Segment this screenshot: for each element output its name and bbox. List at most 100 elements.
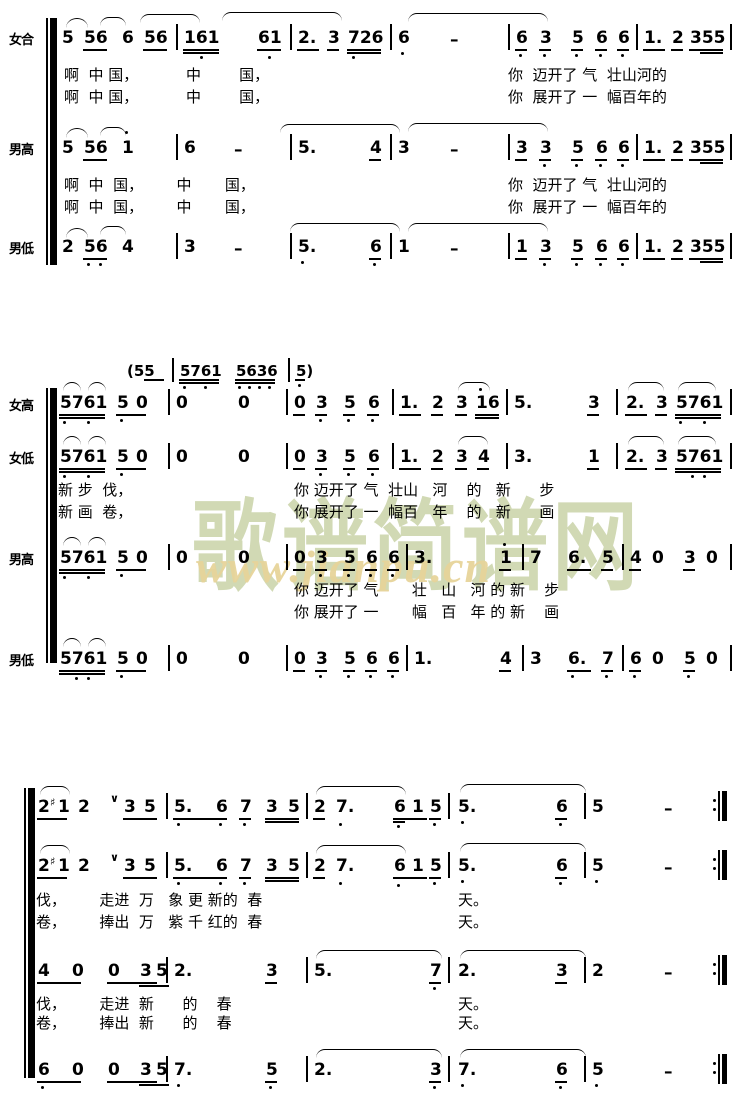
octave-dot	[347, 675, 351, 679]
note: 5761	[60, 447, 108, 467]
beam	[625, 414, 647, 416]
note: 2	[38, 856, 50, 876]
note: 3	[266, 961, 278, 981]
barline	[730, 233, 732, 259]
beam	[700, 162, 723, 164]
barline	[286, 389, 288, 415]
note: 2	[78, 797, 90, 817]
note: 5	[117, 447, 129, 467]
note: 3	[266, 797, 278, 817]
octave-dot	[75, 677, 79, 681]
beam	[689, 159, 723, 161]
note: 7.	[174, 1060, 193, 1080]
note: 5.	[174, 797, 193, 817]
barline	[290, 233, 292, 259]
note: 6	[618, 237, 630, 257]
beam	[59, 572, 105, 574]
note: 1.	[644, 237, 663, 257]
note: 16	[476, 393, 500, 413]
octave-dot	[319, 473, 323, 477]
accidental-sharp: ♯	[50, 855, 56, 868]
barline	[288, 358, 290, 382]
beam	[675, 414, 721, 416]
note: 2.	[174, 961, 193, 981]
beam	[499, 670, 511, 672]
barline	[166, 793, 168, 819]
beam	[617, 49, 629, 51]
beam	[183, 52, 219, 54]
note: 1.	[414, 649, 433, 669]
barline	[522, 645, 524, 671]
barline	[448, 957, 450, 983]
octave-dot	[461, 1084, 465, 1088]
slur	[458, 436, 488, 445]
note: 0	[136, 649, 148, 669]
note: 0	[176, 447, 188, 467]
octave-dot	[519, 54, 523, 58]
octave-dot	[339, 882, 343, 886]
slur	[88, 436, 106, 445]
beam	[601, 569, 613, 571]
note: 161	[184, 28, 220, 48]
beam	[555, 877, 567, 879]
barline	[290, 24, 292, 50]
beam	[515, 159, 527, 161]
octave-dot	[433, 823, 437, 827]
beam	[571, 159, 583, 161]
slur	[88, 638, 106, 647]
barline	[306, 852, 308, 878]
barline	[166, 957, 168, 983]
note: 7.	[458, 1060, 477, 1080]
barline	[176, 24, 178, 50]
note: 6	[370, 237, 382, 257]
note: 5	[344, 447, 356, 467]
note: 5	[344, 393, 356, 413]
beam	[555, 818, 567, 820]
note: 5	[592, 797, 604, 817]
note: 6	[184, 138, 196, 158]
note: 3.	[514, 447, 533, 467]
note: 726	[348, 28, 384, 48]
octave-dot	[391, 574, 395, 578]
beam	[313, 818, 325, 820]
beam	[367, 468, 379, 470]
octave-dot	[99, 263, 103, 267]
barline	[406, 645, 408, 671]
octave-dot	[347, 419, 351, 423]
beam	[365, 670, 377, 672]
barline	[616, 389, 618, 415]
beam	[477, 468, 489, 470]
note: 6	[596, 28, 608, 48]
repeat-dot	[713, 972, 716, 976]
slur	[316, 950, 442, 959]
note: 56	[84, 237, 108, 257]
note: 2	[672, 28, 684, 48]
note: 3	[184, 237, 196, 257]
note: 2	[592, 961, 604, 981]
beam	[239, 877, 251, 879]
note: 6	[216, 797, 228, 817]
breath-mark: ∨	[110, 851, 119, 864]
barline	[168, 443, 170, 469]
octave-dot	[63, 421, 67, 425]
barline	[730, 645, 732, 671]
barline	[448, 793, 450, 819]
note-extend: –	[664, 1062, 673, 1082]
slur	[40, 845, 70, 854]
beam	[116, 569, 146, 571]
slur	[628, 382, 664, 391]
beam	[369, 258, 381, 260]
beam	[265, 880, 299, 882]
octave-dot	[691, 475, 695, 479]
octave-dot	[371, 419, 375, 423]
note: 1	[588, 447, 600, 467]
beam	[515, 258, 527, 260]
note: 5	[117, 548, 129, 568]
beam	[587, 468, 599, 470]
note: 1	[500, 548, 512, 568]
lyric-line: 卷， 捧出 万 紫 千 红的 春	[36, 913, 263, 931]
note: 5	[684, 649, 696, 669]
note: 7	[240, 856, 252, 876]
octave-dot	[703, 475, 707, 479]
note: 3	[684, 548, 696, 568]
